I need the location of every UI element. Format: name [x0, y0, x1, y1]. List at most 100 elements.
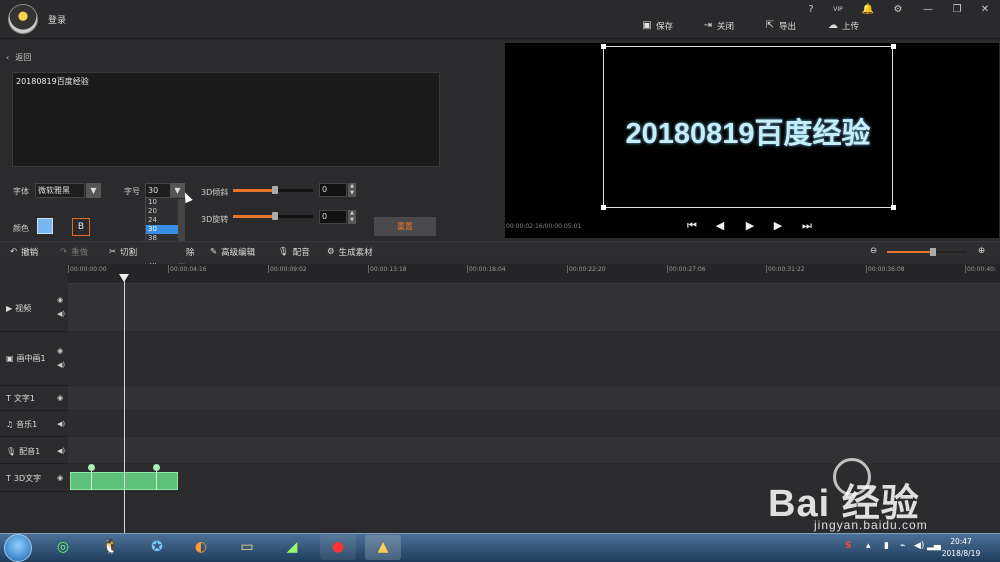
start-button[interactable]	[4, 534, 32, 562]
generate-button[interactable]: ⚙ 生成素材	[327, 246, 373, 258]
ruler-tick	[68, 265, 69, 273]
track-header-text[interactable]: T 文字1 ◉	[0, 386, 68, 411]
volume-icon[interactable]: ◀)	[914, 541, 924, 551]
resize-handle[interactable]	[601, 205, 606, 210]
minimize-icon[interactable]: —	[920, 3, 936, 17]
ruler-tick	[268, 265, 269, 273]
ruler-tick-label: 00:00:04:16	[170, 266, 207, 273]
video-app-icon[interactable]: ◢	[274, 535, 310, 560]
battery-icon[interactable]: ▮	[884, 541, 889, 551]
ruler-tick-label: 00:00:31:22	[768, 266, 805, 273]
qq-icon[interactable]: 🐧	[93, 535, 129, 560]
track-lane-pip[interactable]	[68, 332, 1000, 386]
speaker-icon[interactable]: ◀)	[57, 361, 65, 369]
size-option[interactable]: 10	[146, 198, 180, 207]
prev-frame-icon[interactable]: ◀	[712, 218, 728, 234]
track-header-pip[interactable]: ▣ 画中画1 ◉ ◀)	[0, 332, 68, 386]
font-select[interactable]: 微软雅黑	[35, 183, 85, 198]
tray-arrow-icon[interactable]: ▴	[866, 541, 871, 551]
text-content-input[interactable]: 20180819百度经验	[12, 72, 440, 167]
folder-icon[interactable]: ▭	[229, 535, 265, 560]
color-swatch[interactable]	[37, 218, 53, 234]
resize-handle[interactable]	[891, 44, 896, 49]
track-label: 配音1	[19, 447, 41, 456]
usb-icon[interactable]: ⌁	[900, 541, 905, 551]
cut-button[interactable]: ✂ 切割	[109, 246, 137, 258]
play-icon[interactable]: ▶	[742, 218, 758, 234]
media-player-icon[interactable]: ✪	[139, 535, 175, 560]
skip-end-icon[interactable]: ⏭	[799, 218, 815, 234]
redo-button[interactable]: ↷ 重做	[60, 246, 88, 258]
save-button[interactable]: ▣ 保存	[642, 19, 673, 33]
resize-handle[interactable]	[891, 205, 896, 210]
upload-button[interactable]: ☁ 上传	[828, 19, 859, 33]
size-option[interactable]: 24	[146, 216, 180, 225]
save-label: 保存	[656, 22, 674, 32]
track-lane-video[interactable]	[68, 284, 1000, 332]
tilt-input[interactable]: 0	[319, 183, 347, 197]
clock[interactable]: 20:47 2018/8/19	[938, 536, 984, 560]
undo-label: 撤销	[21, 248, 39, 258]
eye-icon[interactable]: ◉	[57, 347, 63, 355]
bell-icon[interactable]: 🔔	[860, 3, 876, 17]
rotate-spinner[interactable]: ▲ ▼	[348, 210, 356, 224]
rotate-slider-knob[interactable]	[272, 212, 278, 220]
resize-handle[interactable]	[601, 44, 606, 49]
ruler-tick	[567, 265, 568, 273]
ruler-tick-label: 00:00:09:02	[270, 266, 307, 273]
rotate-input[interactable]: 0	[319, 210, 347, 224]
keyframe-handle[interactable]	[88, 464, 95, 471]
gear-icon[interactable]: ⚙	[890, 3, 906, 17]
undo-button[interactable]: ↶ 撤销	[10, 246, 38, 258]
track-lane-text[interactable]	[68, 386, 1000, 411]
track-header-video[interactable]: ▶ 视频 ◉ ◀)	[0, 284, 68, 332]
zoom-in-icon[interactable]: ⊕	[978, 246, 985, 256]
size-option-selected[interactable]: 30	[146, 224, 180, 234]
playhead-line[interactable]	[124, 276, 125, 534]
zoom-slider-knob[interactable]	[930, 248, 936, 256]
eye-icon[interactable]: ◉	[57, 474, 63, 482]
speaker-icon[interactable]: ◀)	[57, 310, 65, 318]
track-header-dub[interactable]: 🎙 配音1 ◀)	[0, 437, 68, 464]
tilt-spinner[interactable]: ▲ ▼	[348, 183, 356, 197]
advanced-edit-button[interactable]: ✎ 高级编辑	[210, 246, 255, 258]
speaker-icon[interactable]: ◀)	[57, 447, 65, 455]
keyframe-line	[156, 470, 157, 490]
back-button[interactable]: ‹ 返回	[6, 52, 31, 63]
dub-button[interactable]: 🎙 配音	[278, 246, 310, 258]
track-header-music[interactable]: ♫ 音乐1 ◀)	[0, 411, 68, 437]
advanced-edit-label: 高级编辑	[221, 248, 256, 258]
login-link[interactable]: 登录	[48, 13, 66, 26]
export-button[interactable]: ⇱ 导出	[765, 19, 796, 33]
skip-start-icon[interactable]: ⏮	[684, 218, 700, 234]
track-header-3dtext[interactable]: T 3D文字 ◉	[0, 464, 68, 492]
360-browser-icon[interactable]: ◎	[45, 535, 81, 560]
video-editor-taskbar-icon[interactable]: ▲	[365, 535, 401, 560]
close-icon[interactable]: ✕	[977, 3, 993, 17]
reset-button[interactable]: 重置	[374, 217, 436, 236]
sogou-icon[interactable]: S	[845, 541, 851, 551]
zoom-out-icon[interactable]: ⊖	[870, 246, 877, 256]
size-option[interactable]: 20	[146, 207, 180, 216]
eye-icon[interactable]: ◉	[57, 394, 63, 402]
maximize-icon[interactable]: ❐	[949, 3, 965, 17]
eye-icon[interactable]: ◉	[57, 296, 63, 304]
next-frame-icon[interactable]: ▶	[770, 218, 786, 234]
keyframe-handle[interactable]	[153, 464, 160, 471]
size-select[interactable]: 30	[145, 183, 171, 198]
bold-button[interactable]: B	[72, 218, 90, 236]
track-lane-music[interactable]	[68, 411, 1000, 437]
recorder-icon[interactable]: ●	[320, 535, 356, 560]
font-dropdown-arrow[interactable]: ▼	[86, 183, 101, 198]
delete-button[interactable]: 除	[186, 246, 195, 258]
ruler-tick-label: 00:00:22:20	[569, 266, 606, 273]
firefox-icon[interactable]: ◐	[183, 535, 219, 560]
help-icon[interactable]: ?	[803, 3, 819, 17]
pencil-icon: ✎	[210, 247, 218, 257]
playhead-handle[interactable]	[119, 274, 129, 282]
timeline-ruler[interactable]	[68, 264, 1000, 284]
vip-icon[interactable]: VIP	[830, 3, 846, 17]
close-project-button[interactable]: ⇥ 关闭	[703, 19, 734, 33]
tilt-slider-knob[interactable]	[272, 186, 278, 194]
speaker-icon[interactable]: ◀)	[57, 420, 65, 428]
